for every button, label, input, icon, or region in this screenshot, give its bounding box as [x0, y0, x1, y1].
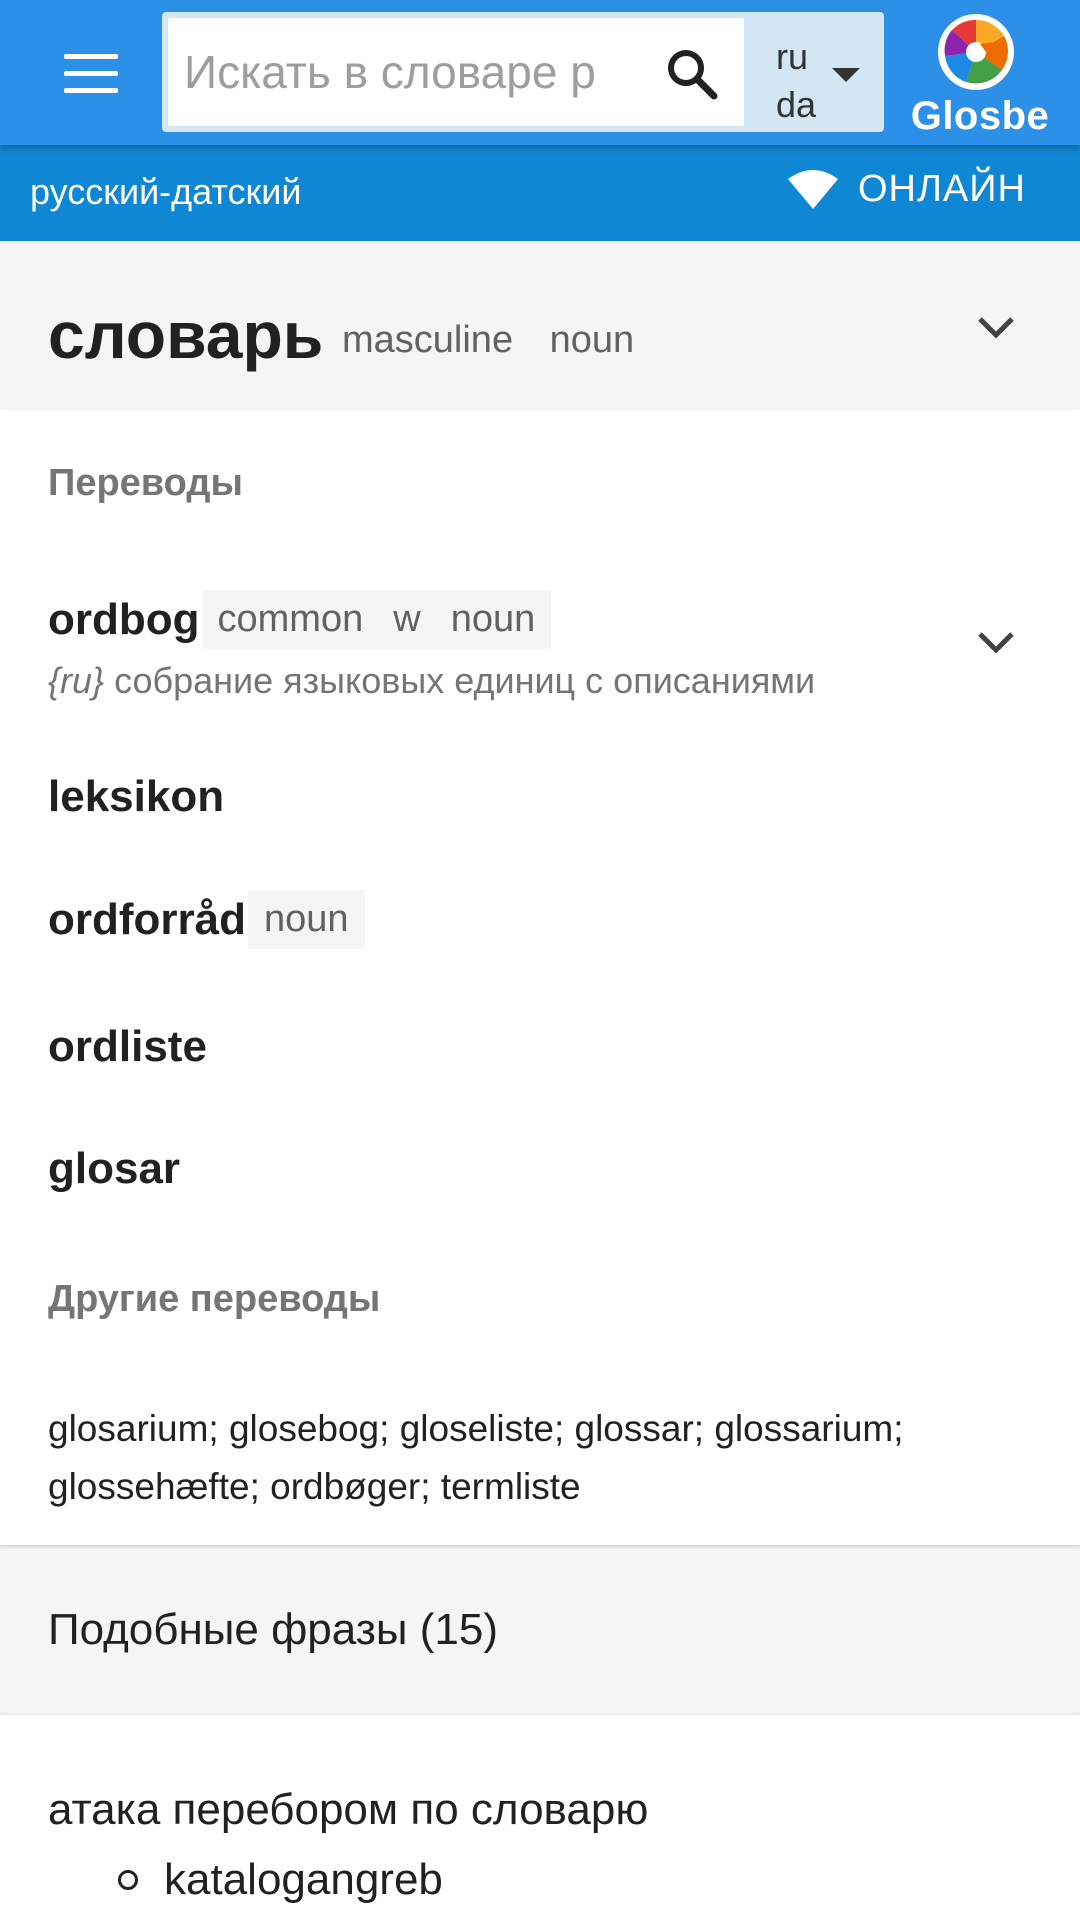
pos-tag: noun — [264, 898, 349, 940]
gender-tag: masculine — [342, 319, 514, 361]
chevron-down-icon[interactable] — [976, 630, 1016, 654]
phrase-translation: katalogangreb — [164, 1855, 443, 1904]
brand-name: Glosbe — [910, 94, 1050, 138]
source-tag: w — [393, 598, 421, 640]
translation-word: leksikon — [48, 772, 225, 821]
chevron-down-icon[interactable] — [976, 315, 1016, 339]
glosbe-logo-icon — [938, 14, 1014, 90]
search-box: ru da — [162, 12, 884, 132]
other-translations-list[interactable]: glosarium; glosebog; gloseliste; glossar… — [48, 1400, 1008, 1516]
translations-label: Переводы — [48, 462, 243, 504]
headword: словарь — [48, 298, 324, 372]
menu-icon[interactable] — [48, 40, 134, 106]
translation-word: ordforråd — [48, 894, 246, 944]
similar-phrases-card: атака перебором по словарю katalogangreb — [0, 1715, 1080, 1920]
wifi-icon — [787, 170, 838, 209]
headword-section: словарь masculine noun — [0, 241, 1080, 409]
description-language: {ru} — [48, 660, 105, 701]
translation-word: glosar — [48, 1144, 181, 1193]
search-field-container — [168, 18, 744, 126]
translations-card: Переводы ordbog common w noun {ru} собра… — [0, 410, 1080, 1545]
source-language: ru — [776, 36, 809, 77]
search-icon[interactable] — [662, 44, 722, 104]
app-bar: ru da Glosbe — [0, 0, 1080, 145]
target-language: da — [776, 84, 817, 125]
bullet-icon — [118, 1870, 138, 1890]
translation-description: {ru} собрание языковых единиц с описания… — [48, 660, 815, 702]
gender-tag: common — [217, 598, 364, 640]
language-selector[interactable]: ru da — [752, 28, 876, 125]
headword-grammar: masculine noun — [342, 319, 660, 362]
online-status[interactable]: ОНЛАЙН — [786, 167, 1026, 211]
pos-tag: noun — [450, 598, 536, 640]
translation-item[interactable]: ordforråd noun — [48, 890, 365, 949]
other-translations-label: Другие переводы — [48, 1278, 381, 1320]
language-pair-bar: русский-датский ОНЛАЙН — [0, 145, 1080, 241]
translation-word: ordbog — [48, 594, 200, 644]
similar-phrase[interactable]: атака перебором по словарю — [48, 1785, 648, 1835]
language-pair-label[interactable]: русский-датский — [30, 171, 301, 213]
description-text: собрание языковых единиц с описаниями — [104, 660, 816, 701]
translation-item[interactable]: glosar — [48, 1144, 180, 1194]
translation-tags: noun — [248, 890, 365, 949]
online-status-label: ОНЛАЙН — [857, 167, 1026, 210]
translation-item[interactable]: ordliste — [48, 1022, 207, 1072]
search-input[interactable] — [168, 45, 608, 99]
phrase-translation-item[interactable]: katalogangreb — [118, 1855, 443, 1905]
dropdown-arrow-icon — [832, 68, 860, 82]
translation-item[interactable]: leksikon — [48, 772, 224, 822]
brand-logo[interactable]: Glosbe — [896, 12, 1080, 138]
translation-tags: common w noun — [201, 590, 552, 649]
translation-item[interactable]: ordbog common w noun — [48, 590, 552, 649]
translation-word: ordliste — [48, 1022, 207, 1071]
pos-tag: noun — [549, 319, 635, 361]
similar-phrases-heading[interactable]: Подобные фразы (15) — [48, 1605, 498, 1655]
